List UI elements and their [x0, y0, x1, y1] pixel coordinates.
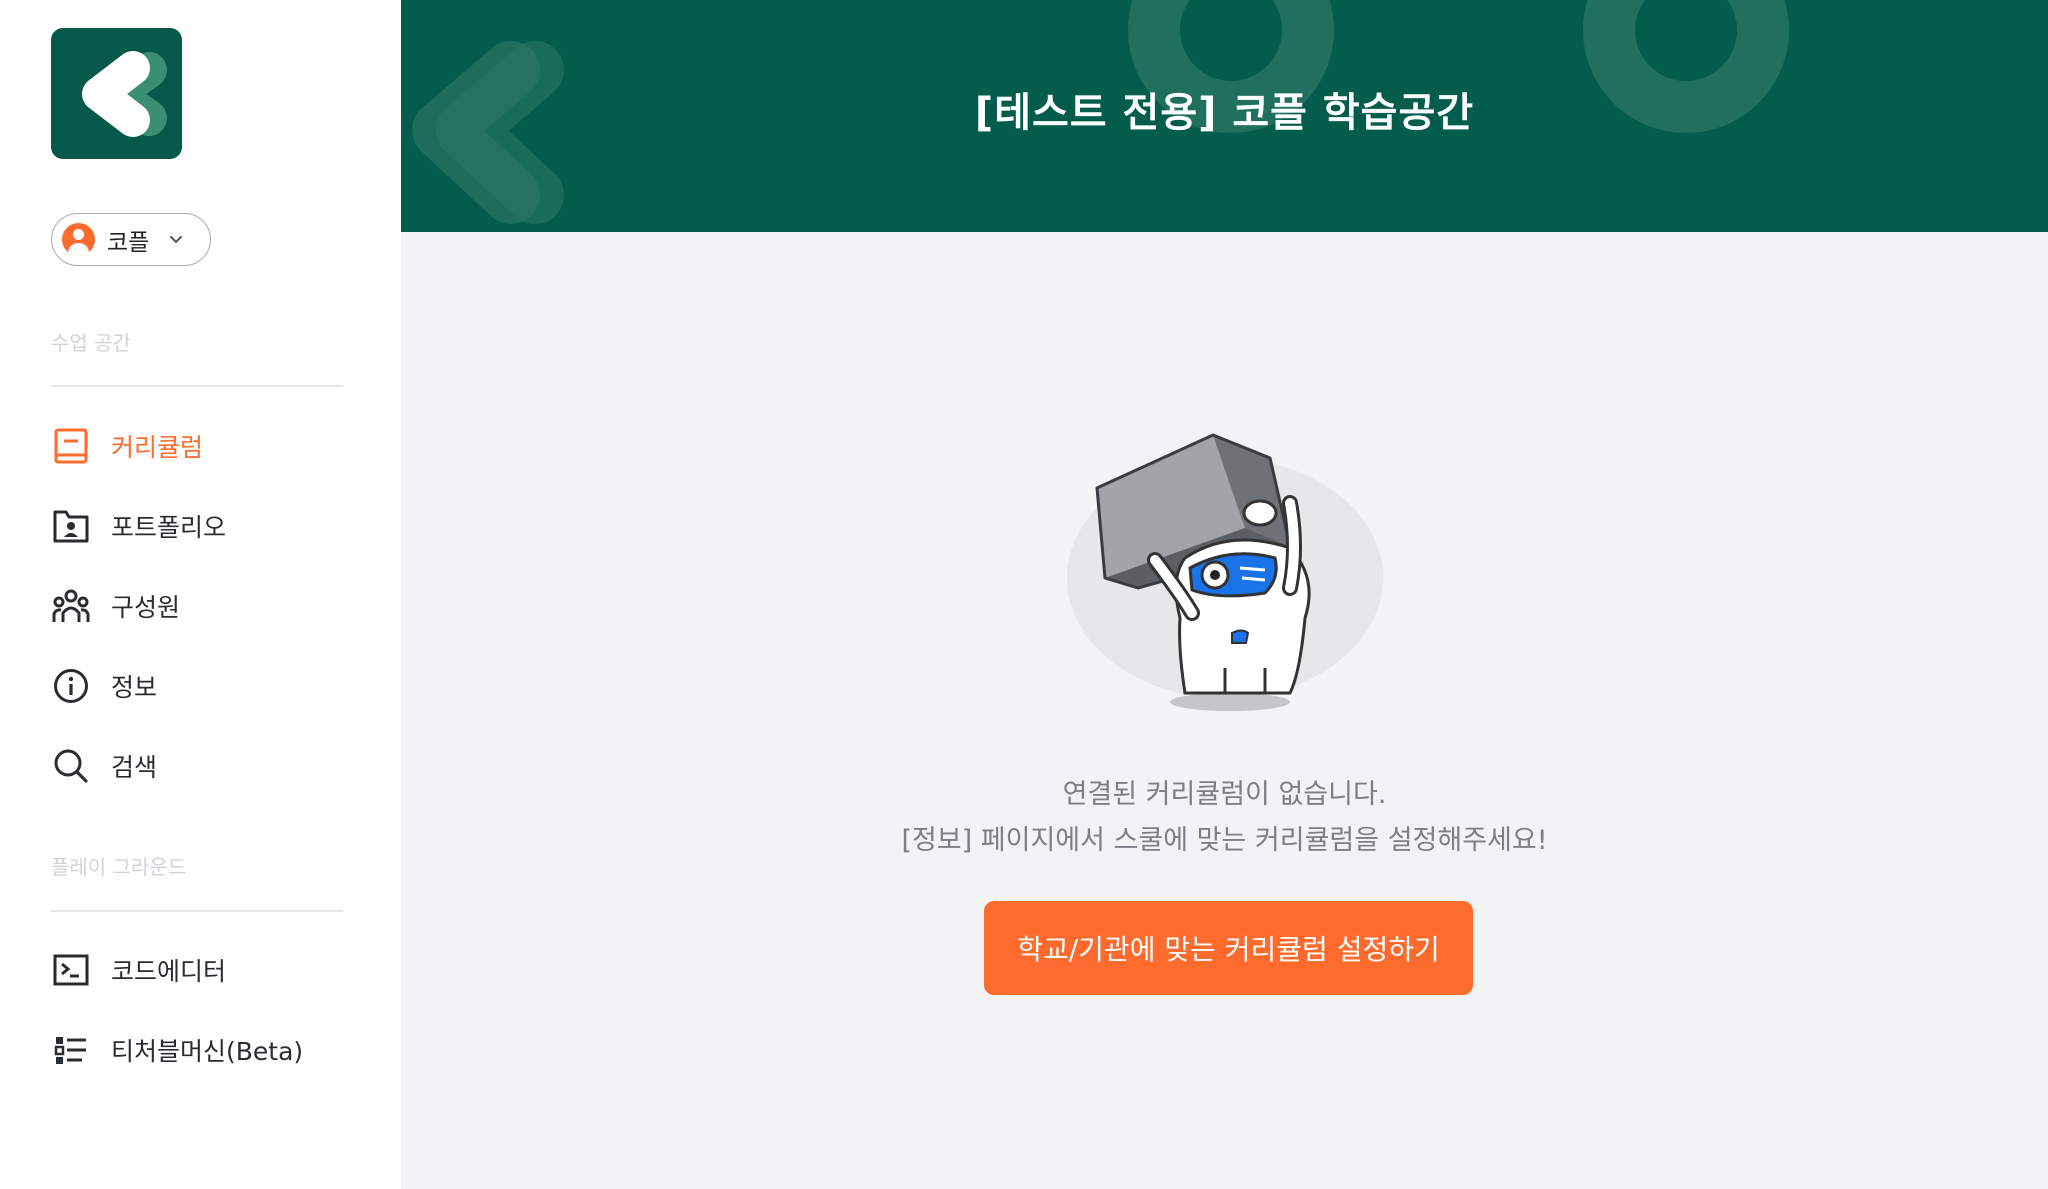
page-title: [테스트 전용] 코플 학습공간 [974, 90, 1475, 136]
terminal-icon [51, 950, 91, 990]
empty-state-illustration [1060, 428, 1400, 728]
portfolio-icon [51, 506, 91, 546]
sidebar-item-curriculum[interactable]: 커리큘럼 [51, 424, 203, 468]
empty-state-message: 연결된 커리큘럼이 없습니다. [1062, 779, 1387, 810]
members-icon [51, 586, 91, 626]
sidebar-item-search[interactable]: 검색 [51, 744, 157, 788]
set-curriculum-button[interactable]: 학교/기관에 맞는 커리큘럼 설정하기 [984, 901, 1473, 995]
sidebar-item-label: 커리큘럼 [111, 433, 204, 462]
user-menu-button[interactable]: 코플 [51, 213, 211, 266]
sidebar-item-teachable-machine[interactable]: 티처블머신(Beta) [51, 1028, 303, 1072]
sidebar-item-portfolio[interactable]: 포트폴리오 [51, 504, 226, 548]
sidebar-item-label: 티처블머신(Beta) [111, 1037, 304, 1066]
sidebar-item-label: 구성원 [111, 593, 181, 622]
info-icon [51, 666, 91, 706]
robot-lifting-box-icon [1067, 433, 1383, 711]
search-icon [51, 746, 91, 786]
user-avatar-icon [62, 223, 95, 256]
chevron-down-icon [169, 233, 183, 247]
sidebar-item-label: 포트폴리오 [111, 513, 227, 542]
sidebar: 코플 수업 공간 커리큘럼 포트폴리오 구성원 정보 검색 플레이 그라운드 코… [0, 0, 401, 1189]
section-divider [51, 385, 343, 387]
logo-chevron-icon [82, 51, 167, 137]
user-name: 코플 [107, 229, 150, 256]
book-icon [51, 426, 91, 466]
sidebar-item-label: 코드에디터 [111, 957, 227, 986]
sidebar-item-label: 검색 [111, 753, 158, 782]
section-label-class: 수업 공간 [51, 331, 131, 355]
list-icon [51, 1030, 91, 1070]
section-label-playground: 플레이 그라운드 [51, 855, 187, 879]
space-header-banner: [테스트 전용] 코플 학습공간 [401, 0, 2048, 232]
sidebar-item-members[interactable]: 구성원 [51, 584, 180, 628]
empty-state-hint: [정보] 페이지에서 스쿨에 맞는 커리큘럼을 설정해주세요! [901, 825, 1548, 856]
app-logo[interactable] [51, 28, 182, 159]
sidebar-item-label: 정보 [111, 673, 158, 702]
sidebar-item-code-editor[interactable]: 코드에디터 [51, 948, 226, 992]
section-divider [51, 910, 343, 912]
sidebar-item-info[interactable]: 정보 [51, 664, 157, 708]
